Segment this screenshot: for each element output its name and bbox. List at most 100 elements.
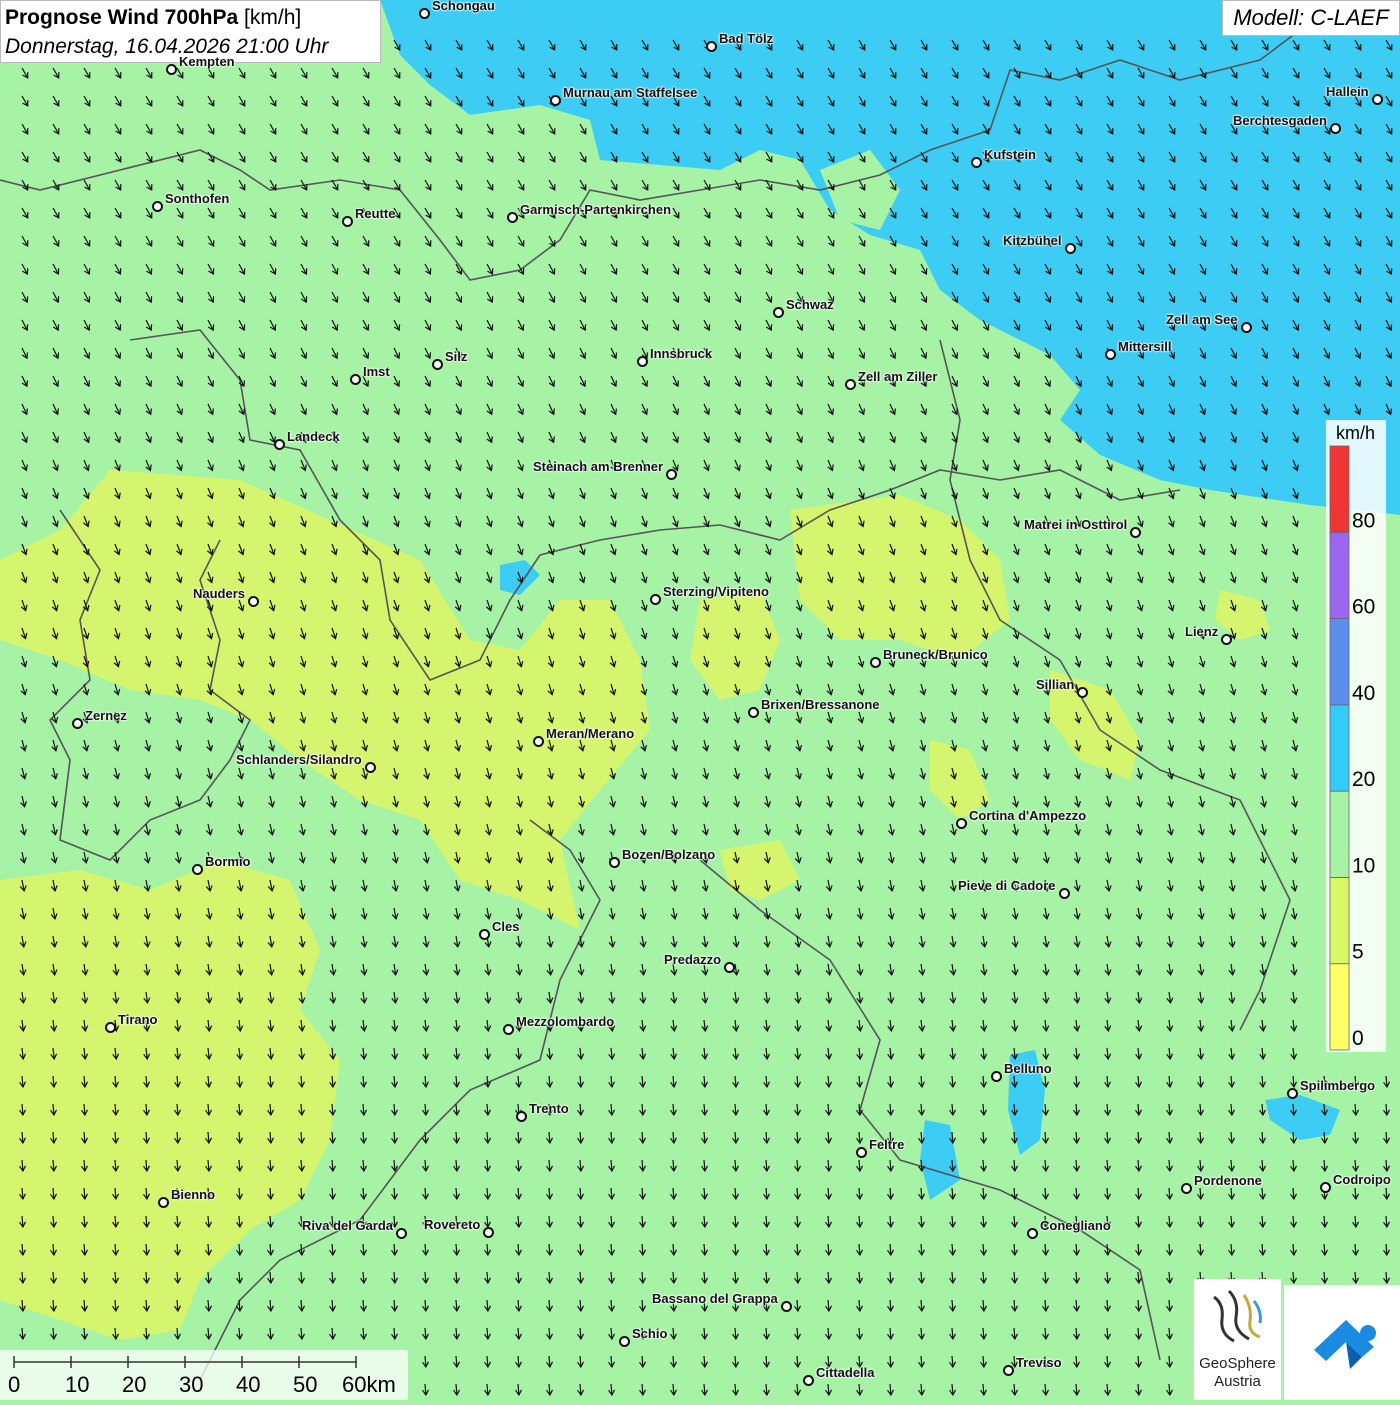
city-marker xyxy=(748,707,759,718)
city-label: Mittersill xyxy=(1118,339,1172,354)
city-marker xyxy=(1330,123,1341,134)
city-marker xyxy=(1003,1365,1014,1376)
city-label: Silz xyxy=(445,349,468,364)
geosphere-name-line2: Austria xyxy=(1214,1373,1261,1390)
city-marker xyxy=(1221,634,1232,645)
city-label: Kempten xyxy=(179,54,235,69)
scale-label: 40 xyxy=(236,1372,260,1397)
city-marker xyxy=(419,8,430,19)
city-marker xyxy=(1130,527,1141,538)
city-marker xyxy=(507,212,518,223)
wetter-app-icon xyxy=(1314,1320,1376,1369)
city-marker xyxy=(1372,94,1383,105)
city-marker xyxy=(432,359,443,370)
city-label: Bormio xyxy=(205,854,251,869)
city-marker xyxy=(166,64,177,75)
city-marker xyxy=(971,157,982,168)
city-label: Belluno xyxy=(1004,1061,1052,1076)
city-label: Schwaz xyxy=(786,297,834,312)
city-label: Matrei in Osttirol xyxy=(1024,517,1128,532)
city-marker xyxy=(158,1197,169,1208)
legend-class-0 xyxy=(1329,963,1350,1051)
city-marker xyxy=(666,469,677,480)
city-marker xyxy=(803,1375,814,1386)
city-label: Cles xyxy=(492,919,520,934)
city-marker xyxy=(152,201,163,212)
city-label: Zell am See xyxy=(1166,312,1238,327)
city-label: Schongau xyxy=(432,0,495,13)
city-label: Sonthofen xyxy=(165,191,230,206)
city-marker xyxy=(533,736,544,747)
city-label: Pieve di Cadore xyxy=(958,878,1056,893)
city-marker xyxy=(856,1147,867,1158)
city-marker xyxy=(192,864,203,875)
city-label: Predazzo xyxy=(664,952,722,967)
city-marker xyxy=(1077,687,1088,698)
city-marker xyxy=(274,439,285,450)
city-label: Treviso xyxy=(1016,1355,1062,1370)
scale-label: 10 xyxy=(65,1372,89,1397)
city-marker xyxy=(1027,1228,1038,1239)
legend-scale: 0 5 10 20 40 60 80 xyxy=(1329,445,1375,1051)
city-label: Meran/Merano xyxy=(546,726,635,741)
city-label: Bassano del Grappa xyxy=(652,1291,778,1306)
city-label: Conegliano xyxy=(1040,1218,1111,1233)
city-marker xyxy=(845,379,856,390)
city-label: Kitzbühel xyxy=(1003,233,1062,248)
city-label: Kufstein xyxy=(984,147,1036,162)
city-marker xyxy=(637,356,648,367)
city-label: Rovereto xyxy=(424,1217,481,1232)
color-legend: km/h 0 5 10 20 40 60 80 xyxy=(1326,420,1386,1052)
city-marker xyxy=(706,41,717,52)
legend-class-80 xyxy=(1329,445,1350,533)
legend-label-60: 60 xyxy=(1352,596,1375,619)
title-main: Prognose Wind 700hPa xyxy=(5,6,239,29)
city-label: Trento xyxy=(529,1101,569,1116)
city-label: Riva del Garda xyxy=(302,1218,394,1233)
city-label: Pordenone xyxy=(1194,1173,1262,1188)
city-marker xyxy=(781,1301,792,1312)
city-label: Bozen/Bolzano xyxy=(622,847,716,862)
city-label: Nauders xyxy=(193,586,246,601)
legend-label-0: 0 xyxy=(1352,1027,1364,1050)
city-marker xyxy=(396,1228,407,1239)
city-label: Lienz xyxy=(1185,624,1219,639)
legend-class-5 xyxy=(1329,877,1350,965)
scale-label: 30 xyxy=(179,1372,203,1397)
legend-label-20: 20 xyxy=(1352,768,1375,791)
title-unit: [km/h] xyxy=(238,6,302,29)
city-label: Reutte xyxy=(355,206,396,221)
city-marker xyxy=(609,857,620,868)
scale-label: 0 xyxy=(8,1372,20,1397)
city-label: Bruneck/Brunico xyxy=(883,647,988,662)
geosphere-name: GeoSphere Austria xyxy=(1194,1355,1281,1391)
city-label: Sterzing/Vipiteno xyxy=(663,584,769,599)
city-marker xyxy=(1059,888,1070,899)
city-marker xyxy=(991,1071,1002,1082)
city-marker xyxy=(248,596,259,607)
wetter-app-logo[interactable] xyxy=(1284,1285,1400,1400)
city-marker xyxy=(619,1336,630,1347)
legend-label-80: 80 xyxy=(1352,509,1375,532)
city-label: Mezzolombardo xyxy=(516,1014,615,1029)
city-label: Cittadella xyxy=(816,1365,875,1380)
city-label: Sillian xyxy=(1036,677,1075,692)
city-label: Innsbruck xyxy=(650,346,713,361)
city-marker xyxy=(1241,322,1252,333)
city-marker xyxy=(650,594,661,605)
legend-class-60 xyxy=(1329,531,1350,619)
map-title: Prognose Wind 700hPa [km/h] xyxy=(5,3,376,32)
city-marker xyxy=(870,657,881,668)
legend-label-5: 5 xyxy=(1352,941,1364,964)
geosphere-logo[interactable]: GeoSphere Austria xyxy=(1194,1279,1281,1400)
city-label: Schlanders/Silandro xyxy=(236,752,362,767)
city-marker xyxy=(105,1022,116,1033)
city-label: Murnau am Staffelsee xyxy=(563,85,698,100)
city-label: Codroipo xyxy=(1333,1172,1391,1187)
city-label: Feltre xyxy=(869,1137,905,1152)
city-marker xyxy=(724,962,735,973)
legend-class-10 xyxy=(1329,790,1350,878)
city-label: Cortina d'Ampezzo xyxy=(969,808,1087,823)
scale-label: 50 xyxy=(293,1372,317,1397)
city-label: Hallein xyxy=(1326,84,1369,99)
